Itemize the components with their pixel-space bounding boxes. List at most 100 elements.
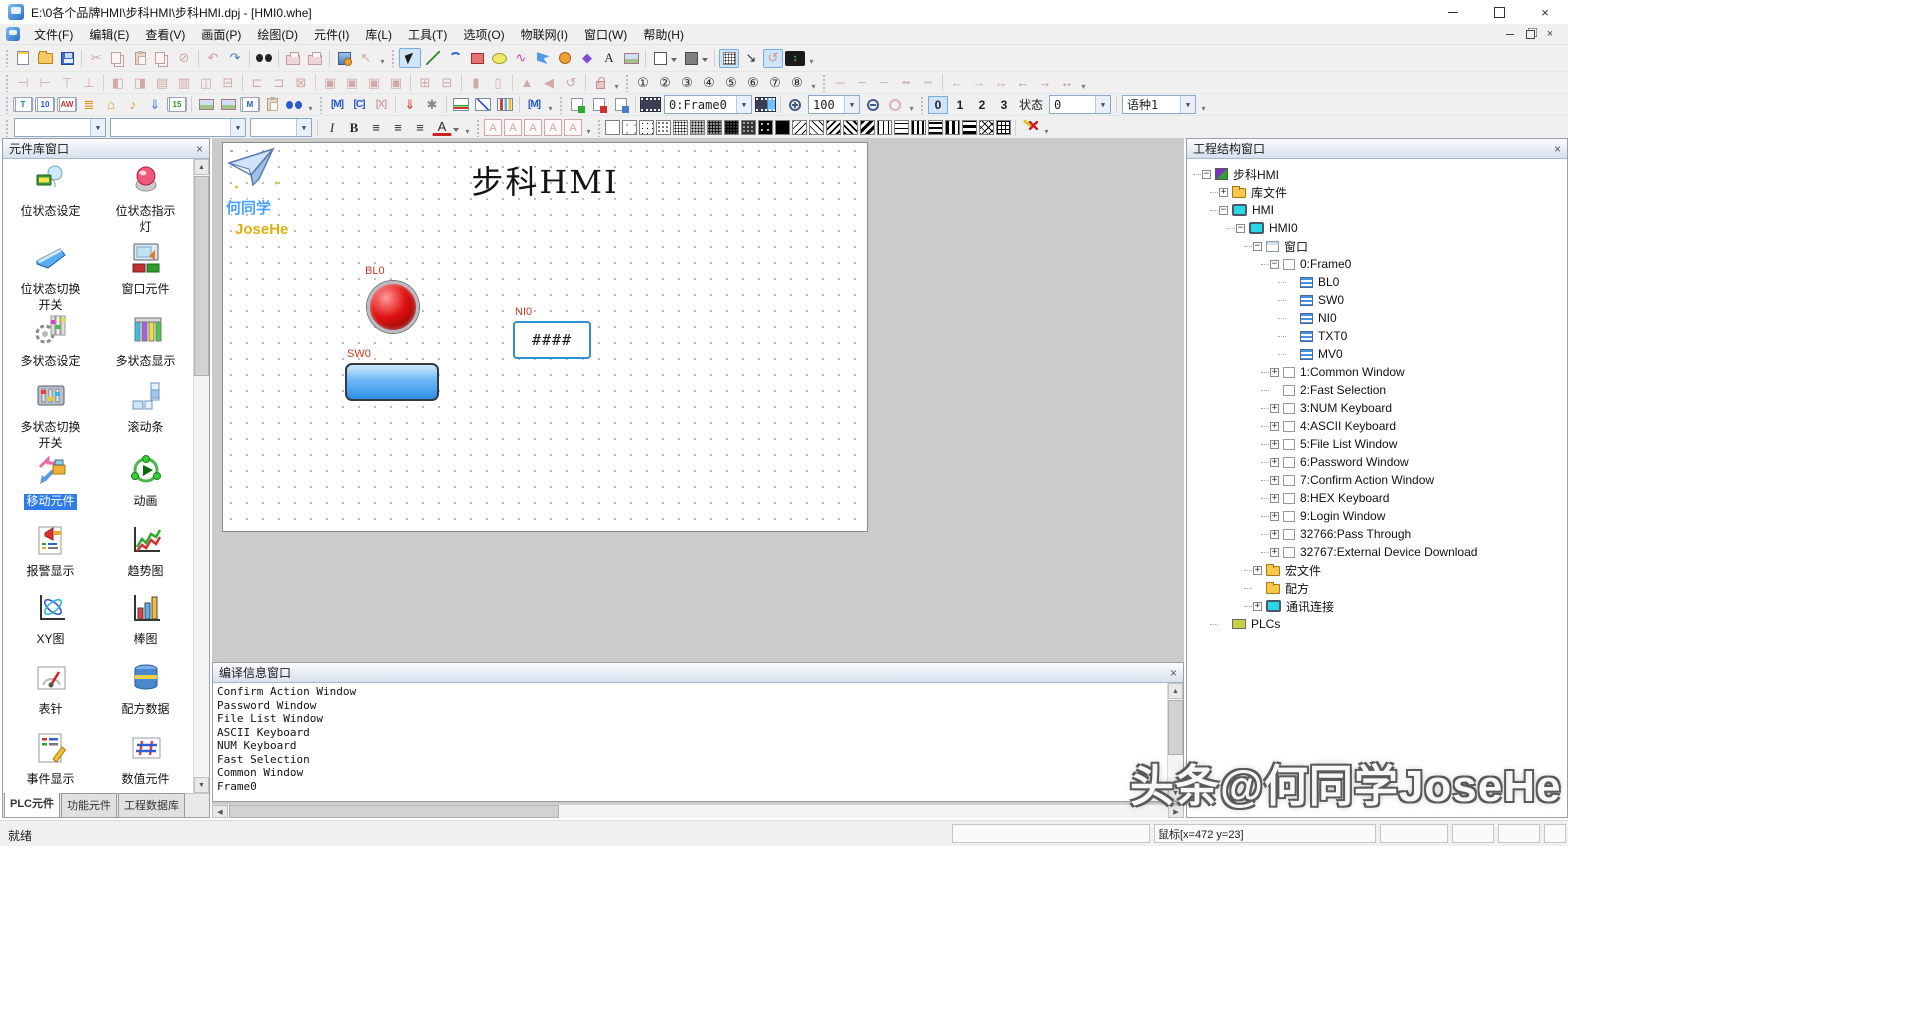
menu-元件i[interactable]: 元件(I) [306,24,357,45]
ellipse-tool-icon[interactable] [489,49,509,68]
zoom-reset-icon[interactable] [885,95,905,114]
menu-选项o[interactable]: 选项(O) [455,24,512,45]
arrow-both-filled-icon[interactable]: ↔ [1057,73,1077,92]
arc-tool-icon[interactable] [445,49,465,68]
copy-frame-icon[interactable] [611,95,631,114]
mdi-close-button[interactable]: × [1540,26,1560,42]
tree-item-txt0[interactable]: TXT0 [1187,327,1567,345]
state-select[interactable]: 0▼ [1049,95,1111,114]
system-tool-icon[interactable]: ✱ [422,95,442,114]
library-item-scrollbar-el[interactable]: 滚动条 [98,379,193,453]
macro-x-icon[interactable]: [X] [371,95,391,114]
align-top-icon[interactable]: ⊤ [57,73,77,92]
line-dash-dot-icon[interactable]: ╍ [896,73,916,92]
tree-expander-icon[interactable]: + [1270,530,1279,539]
space-down-icon[interactable]: ▥ [174,73,194,92]
tree-item-32766-pass-through[interactable]: +32766:Pass Through [1187,525,1567,543]
pattern-diag-fwd-2-swatch[interactable] [843,120,858,135]
space-across-icon[interactable]: ▤ [152,73,172,92]
tree-expander-icon[interactable]: + [1270,440,1279,449]
pattern-dots-dense-swatch[interactable] [673,120,688,135]
center-vertical-icon[interactable]: ◨ [130,73,150,92]
state-button-0[interactable]: 0 [928,96,948,114]
library-item-recipe-data[interactable]: 配方数据 [98,661,193,731]
arrow-end-filled-icon[interactable]: → [1035,73,1055,92]
pattern-diag-thick-swatch[interactable] [860,120,875,135]
scale-tool-icon[interactable]: ↘ [741,49,761,68]
pattern-dark-dots-swatch[interactable] [758,120,773,135]
pattern-h-thick-swatch[interactable] [962,120,977,135]
library-item-trend[interactable]: 趋势图 [98,523,193,591]
pattern-50-swatch[interactable] [724,120,739,135]
text-effect-2-icon[interactable]: A [504,119,522,136]
tab-工程数据库[interactable]: 工程数据库 [118,793,185,817]
text-library-icon[interactable]: T [13,97,33,112]
state-button-3[interactable]: 3 [994,96,1014,114]
menu-绘图d[interactable]: 绘图(D) [249,24,306,45]
add-graphics-icon[interactable] [196,95,216,114]
equal-v-spacing-icon[interactable]: ▯ [488,73,508,92]
tree-item-配方[interactable]: 配方 [1187,579,1567,597]
timestamp-icon[interactable]: 15 [167,97,187,112]
toolbar-overflow-icon[interactable]: ▾ [545,95,556,115]
chevron-down-icon[interactable]: ▼ [844,96,859,113]
flip-horizontal-icon[interactable]: ◀ [539,73,559,92]
line-dashed-icon[interactable]: ╌ [852,73,872,92]
chevron-down-icon[interactable]: ▼ [1095,96,1110,113]
chevron-down-icon[interactable]: ▼ [90,119,105,136]
text-effect-3-icon[interactable]: A [524,119,542,136]
numeric-input-widget[interactable]: #### [513,321,591,359]
arrow-end-icon[interactable]: → [969,73,989,92]
italic-icon[interactable]: I [322,118,342,137]
chevron-down-icon[interactable]: ▼ [736,96,751,113]
macro-m-2-icon[interactable]: [M] [524,95,544,114]
download-icon[interactable]: ⇓ [145,95,165,114]
same-width-icon[interactable]: ⊏ [247,73,267,92]
tree-expander-icon[interactable]: + [1253,602,1262,611]
library-item-bit-switch[interactable]: 位状态切换 开关 [3,241,98,313]
polygon-tool-icon[interactable] [533,49,553,68]
tree-item-库文件[interactable]: +库文件 [1187,183,1567,201]
undo-icon[interactable]: ↶ [203,49,223,68]
tree-expander-icon[interactable]: + [1270,476,1279,485]
distribute-v-icon[interactable]: ⊟ [218,73,238,92]
tree-item-3-num-keyboard[interactable]: +3:NUM Keyboard [1187,399,1567,417]
toolbar-overflow-icon[interactable]: ▾ [462,118,473,138]
add-frame-icon[interactable] [567,95,587,114]
bar-element-icon[interactable] [495,95,515,114]
toolbar-overflow-icon[interactable]: ▾ [377,48,388,68]
menu-物联网i[interactable]: 物联网(I) [513,24,576,45]
equal-h-spacing-icon[interactable]: ▮ [466,73,486,92]
library-item-bar-graph[interactable]: 棒图 [98,591,193,661]
tree-expander-icon[interactable]: + [1270,458,1279,467]
tree-item-plcs[interactable]: PLCs [1187,615,1567,633]
tree-expander-icon[interactable]: + [1270,512,1279,521]
tree-item-sw0[interactable]: SW0 [1187,291,1567,309]
image-tool-icon[interactable] [621,49,641,68]
pattern-v-med-swatch[interactable] [911,120,926,135]
zoom-in-icon[interactable] [785,95,805,114]
pattern-h-med-swatch[interactable] [928,120,943,135]
toolbar-overflow-icon[interactable]: ▾ [806,48,817,68]
send-to-back-icon[interactable]: ▣ [342,73,362,92]
align-right-text-icon[interactable]: ≡ [410,118,430,137]
pattern-solid-swatch[interactable] [775,120,790,135]
same-height-icon[interactable]: ⊐ [269,73,289,92]
arrow-start-icon[interactable]: ← [947,73,967,92]
align-left-icon[interactable]: ⊣ [13,73,33,92]
state-button-1[interactable]: 1 [950,96,970,114]
text-tool-icon[interactable]: A [599,49,619,68]
scrollbar-thumb[interactable] [1168,700,1183,755]
library-item-meter[interactable]: 表针 [3,661,98,731]
compile-panel-close-icon[interactable]: × [1170,667,1177,679]
menu-文件f[interactable]: 文件(F) [26,24,81,45]
trend-element-icon[interactable] [451,95,471,114]
border-color-icon[interactable] [650,49,670,68]
bit-switch-widget[interactable] [345,363,439,401]
rect-tool-icon[interactable] [467,49,487,68]
minimize-button[interactable] [1430,0,1476,24]
tree-expander-icon[interactable]: − [1219,206,1228,215]
library-item-animation[interactable]: 动画 [98,453,193,523]
tree-expander-icon[interactable]: + [1270,404,1279,413]
toolbar-overflow-icon[interactable]: ▾ [906,95,917,115]
